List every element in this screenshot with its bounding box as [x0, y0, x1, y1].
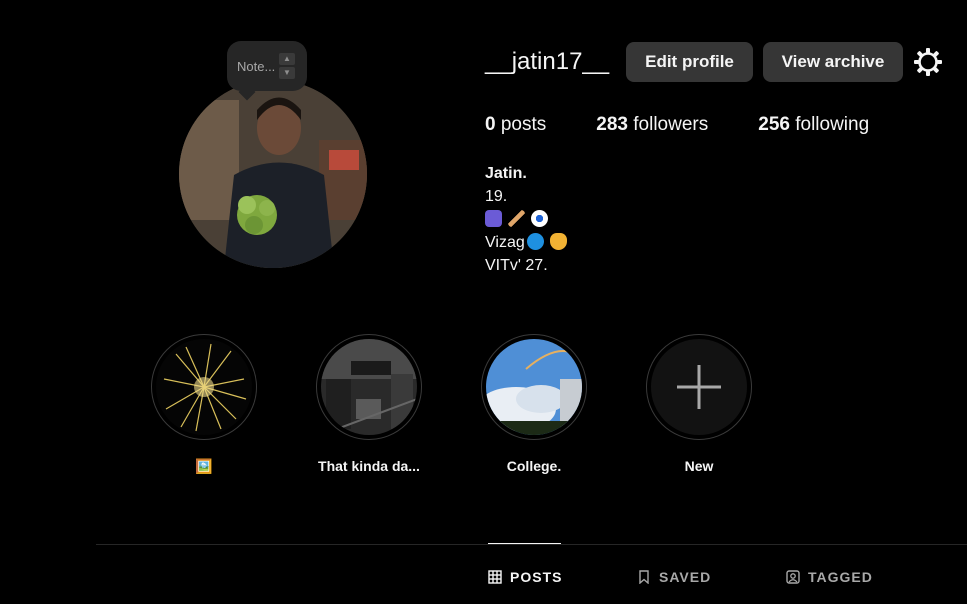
plus-icon: [651, 339, 747, 435]
username: __jatin17__: [485, 48, 610, 75]
chevron-down-icon[interactable]: ▼: [279, 67, 295, 79]
followers-stat[interactable]: 283 followers: [596, 114, 708, 136]
highlight-label: 🖼️: [195, 458, 213, 474]
tab-posts[interactable]: POSTS: [488, 569, 562, 585]
following-label: following: [795, 114, 870, 135]
bio-name: Jatin.: [485, 165, 527, 182]
active-tab-indicator: [488, 543, 561, 544]
cricket-emoji-icon: [508, 210, 525, 227]
bw-street-image: [321, 339, 417, 435]
posts-label: posts: [500, 114, 547, 135]
highlight-label: New: [684, 458, 714, 474]
following-count: 256: [758, 114, 790, 135]
sky-rainbow-image: [486, 339, 582, 435]
tab-saved[interactable]: SAVED: [637, 569, 711, 585]
note-stepper[interactable]: ▲ ▼: [279, 53, 295, 79]
bio-city: Vizag: [485, 234, 525, 251]
note-text: Note...: [237, 58, 276, 74]
highlight-ring[interactable]: [316, 334, 422, 440]
followers-count: 283: [596, 114, 628, 135]
new-highlight-button[interactable]: New: [646, 334, 752, 474]
soccer-ball-emoji-icon: [531, 210, 548, 227]
highlight-item[interactable]: That kinda da...: [316, 334, 422, 474]
chevron-up-icon[interactable]: ▲: [279, 53, 295, 65]
wave-emoji-icon: [526, 233, 544, 250]
heart-hands-emoji-icon: [549, 233, 567, 250]
profile-bio: Jatin. 19. Vizag VITv' 27.: [485, 162, 573, 277]
tab-posts-label: POSTS: [510, 569, 563, 585]
highlight-item[interactable]: College.: [481, 334, 587, 474]
posts-stat: 0 posts: [485, 114, 546, 136]
profile-stats: 0 posts 283 followers 256 following: [485, 114, 919, 136]
bio-line-college: VITv' 27.: [485, 257, 548, 274]
bio-line-age: 19.: [485, 188, 508, 205]
profile-avatar[interactable]: [179, 80, 367, 268]
view-archive-button[interactable]: View archive: [763, 42, 903, 82]
followers-label: followers: [633, 114, 709, 135]
settings-gear-icon[interactable]: [913, 47, 943, 77]
highlight-item[interactable]: 🖼️: [151, 334, 257, 475]
tab-tagged[interactable]: TAGGED: [786, 569, 873, 585]
grid-icon: [488, 570, 502, 584]
highlight-label: That kinda da...: [318, 458, 420, 474]
highlight-ring[interactable]: [151, 334, 257, 440]
bookmark-icon: [639, 570, 649, 584]
following-stat[interactable]: 256 following: [758, 114, 869, 136]
tab-tagged-label: TAGGED: [808, 569, 873, 585]
gamepad-emoji-icon: [485, 210, 502, 227]
highlight-label: College.: [506, 458, 562, 474]
tabs-divider: [96, 544, 967, 545]
tab-saved-label: SAVED: [659, 569, 712, 585]
edit-profile-button[interactable]: Edit profile: [626, 42, 753, 82]
highlight-ring[interactable]: [646, 334, 752, 440]
posts-count: 0: [485, 114, 496, 135]
bio-line-city: Vizag: [485, 231, 573, 254]
tag-person-icon: [786, 570, 800, 584]
bio-line-emojis: [485, 208, 573, 231]
fireworks-image: [156, 339, 252, 435]
note-bubble[interactable]: Note... ▲ ▼: [227, 41, 307, 91]
highlight-ring[interactable]: [481, 334, 587, 440]
